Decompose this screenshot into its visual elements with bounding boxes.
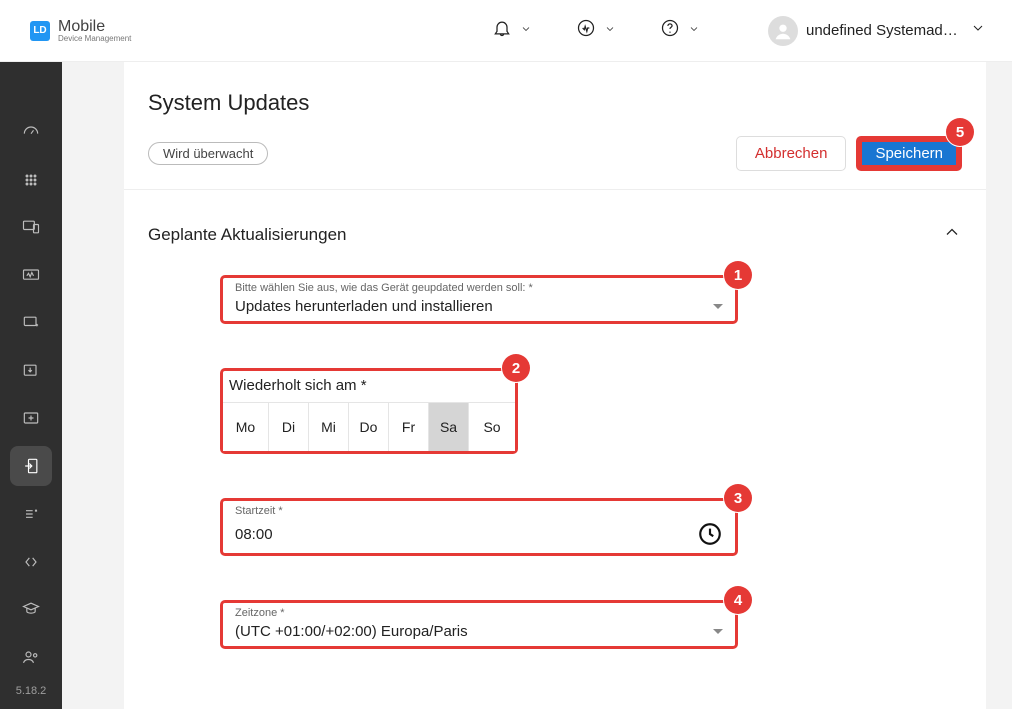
- callout-4: 4: [724, 586, 752, 614]
- save-button-wrap: Speichern 5: [846, 136, 962, 171]
- update-mode-inner: Bitte wählen Sie aus, wie das Gerät geup…: [223, 278, 735, 321]
- page-title: System Updates: [148, 90, 962, 116]
- status-badge: Wird überwacht: [148, 142, 268, 165]
- chevron-down-icon: [688, 22, 700, 40]
- activity-icon: [576, 18, 596, 43]
- nav-checklist[interactable]: [10, 494, 52, 534]
- app-body: 5.18.2 System Updates Wird überwacht Abb…: [0, 62, 1012, 709]
- timezone-label: Zeitzone *: [235, 607, 285, 619]
- nav-login[interactable]: [10, 446, 52, 486]
- update-mode-value: Updates herunterladen und installieren: [235, 294, 723, 315]
- day-do[interactable]: Do: [349, 403, 389, 451]
- top-header: LD Mobile Device Management: [0, 0, 1012, 62]
- repeat-label: Wiederholt sich am *: [223, 371, 515, 403]
- repeat-field-wrap: Wiederholt sich am * Mo Di Mi Do Fr Sa S…: [220, 368, 516, 454]
- start-time-field[interactable]: Startzeit * 08:00: [220, 498, 738, 556]
- clock-icon: [697, 521, 723, 547]
- form-area: Bitte wählen Sie aus, wie das Gerät geup…: [148, 265, 738, 649]
- avatar-icon: [768, 16, 798, 46]
- brand-text: Mobile Device Management: [58, 19, 131, 43]
- nav-download[interactable]: [10, 351, 52, 391]
- nav-devices[interactable]: [10, 208, 52, 248]
- start-time-value: 08:00: [235, 526, 273, 543]
- nav-learn[interactable]: [10, 590, 52, 630]
- notifications-menu[interactable]: [484, 12, 540, 49]
- cancel-button[interactable]: Abbrechen: [736, 136, 847, 171]
- callout-2: 2: [502, 354, 530, 382]
- help-icon: [660, 18, 680, 43]
- timezone-inner: Zeitzone * (UTC +01:00/+02:00) Europa/Pa…: [223, 603, 735, 646]
- section-title: Geplante Aktualisierungen: [148, 225, 346, 245]
- nav-apps[interactable]: [10, 160, 52, 200]
- callout-1: 1: [724, 261, 752, 289]
- start-time-inner: Startzeit * 08:00: [223, 501, 735, 553]
- version-label: 5.18.2: [16, 685, 47, 709]
- user-menu[interactable]: undefined Systemadmi…: [766, 12, 988, 50]
- bell-icon: [492, 18, 512, 43]
- chevron-down-icon: [970, 20, 986, 41]
- dropdown-arrow-icon: [713, 629, 723, 634]
- nav-enroll[interactable]: [10, 303, 52, 343]
- nav-monitor[interactable]: [10, 255, 52, 295]
- title-row: Wird überwacht Abbrechen Speichern 5: [148, 136, 962, 171]
- chevron-down-icon: [520, 22, 532, 40]
- update-mode-label: Bitte wählen Sie aus, wie das Gerät geup…: [235, 282, 533, 294]
- nav-dashboard[interactable]: [10, 112, 52, 152]
- brand-logo-icon: LD: [30, 21, 50, 41]
- save-button[interactable]: Speichern: [856, 136, 962, 171]
- content-card: System Updates Wird überwacht Abbrechen …: [124, 62, 986, 709]
- nav-add[interactable]: [10, 399, 52, 439]
- timezone-field[interactable]: Zeitzone * (UTC +01:00/+02:00) Europa/Pa…: [220, 600, 738, 649]
- update-mode-field[interactable]: Bitte wählen Sie aus, wie das Gerät geup…: [220, 275, 738, 324]
- brand-title: Mobile: [58, 19, 131, 35]
- day-sa[interactable]: Sa: [429, 403, 469, 451]
- help-menu[interactable]: [652, 12, 708, 49]
- day-mo[interactable]: Mo: [223, 403, 269, 451]
- content-padding: System Updates Wird überwacht Abbrechen …: [124, 62, 986, 709]
- brand-subtitle: Device Management: [58, 35, 131, 43]
- timezone-field-wrap: Zeitzone * (UTC +01:00/+02:00) Europa/Pa…: [220, 600, 738, 649]
- content-scroll[interactable]: System Updates Wird überwacht Abbrechen …: [62, 62, 1012, 709]
- chevron-down-icon: [604, 22, 616, 40]
- dropdown-arrow-icon: [713, 304, 723, 309]
- day-di[interactable]: Di: [269, 403, 309, 451]
- callout-3: 3: [724, 484, 752, 512]
- nav-code[interactable]: [10, 542, 52, 582]
- start-time-field-wrap: Startzeit * 08:00 3: [220, 498, 738, 556]
- days-row: Mo Di Mi Do Fr Sa So: [223, 403, 515, 451]
- divider: [124, 189, 986, 190]
- timezone-value-row: (UTC +01:00/+02:00) Europa/Paris: [235, 619, 723, 640]
- timezone-value: (UTC +01:00/+02:00) Europa/Paris: [235, 623, 468, 640]
- sidebar: 5.18.2: [0, 62, 62, 709]
- start-time-value-row: 08:00: [235, 517, 723, 547]
- update-mode-value-text: Updates herunterladen und installieren: [235, 298, 493, 315]
- day-so[interactable]: So: [469, 403, 515, 451]
- user-name: undefined Systemadmi…: [806, 22, 966, 39]
- section-header[interactable]: Geplante Aktualisierungen: [148, 208, 962, 265]
- update-mode-field-wrap: Bitte wählen Sie aus, wie das Gerät geup…: [220, 275, 738, 324]
- day-fr[interactable]: Fr: [389, 403, 429, 451]
- chevron-up-icon: [942, 222, 962, 247]
- day-mi[interactable]: Mi: [309, 403, 349, 451]
- start-time-label: Startzeit *: [235, 505, 283, 517]
- activity-menu[interactable]: [568, 12, 624, 49]
- repeat-days-field: Wiederholt sich am * Mo Di Mi Do Fr Sa S…: [220, 368, 518, 454]
- brand: LD Mobile Device Management: [30, 19, 131, 43]
- nav-users[interactable]: [10, 637, 52, 677]
- callout-5: 5: [946, 118, 974, 146]
